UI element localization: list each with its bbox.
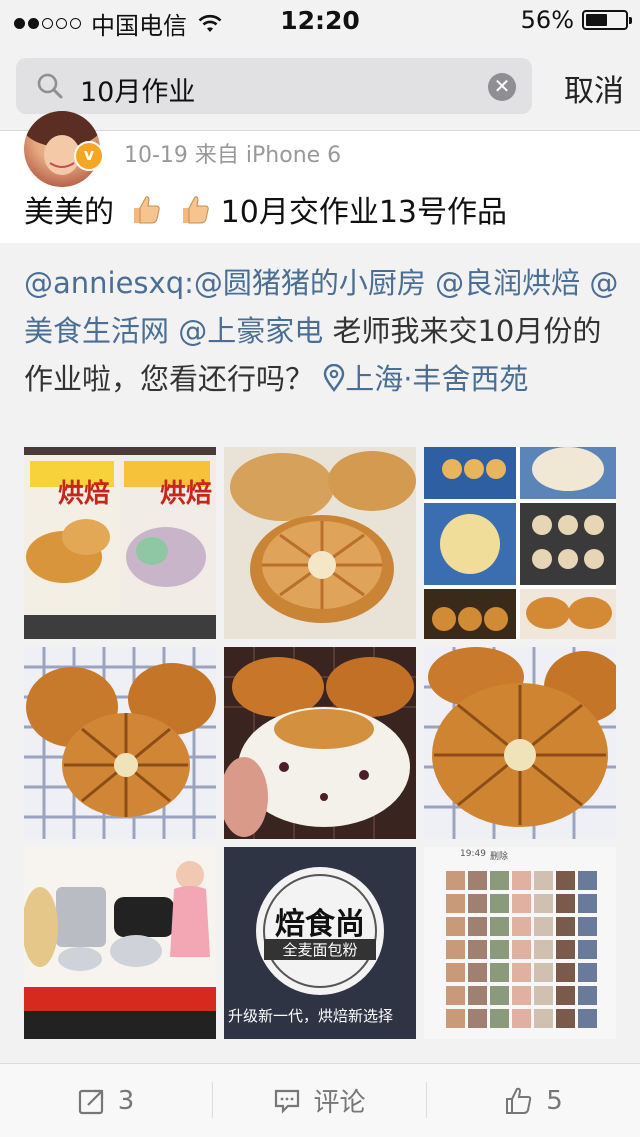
mention-link[interactable]: @圆猪猪的小厨房 (194, 266, 426, 300)
mention-link[interactable]: @良润烘焙 (435, 266, 580, 300)
photo-grid: 烘焙 烘焙 焙食尚 全麦面包粉 升级新一代，烘焙新选择 19:49 删除 (24, 447, 616, 1039)
photo-image (24, 847, 216, 1039)
photo-image (224, 647, 416, 839)
battery-percent: 56% (520, 6, 574, 34)
repost-author-link[interactable]: @anniesxq: (24, 266, 194, 300)
photo-thumbnail[interactable] (24, 647, 216, 839)
like-count: 5 (546, 1085, 563, 1116)
search-query: 10月作业 (80, 77, 196, 108)
location-link[interactable]: 上海·丰舍西苑 (323, 362, 528, 396)
search-input[interactable]: 10月作业 ✕ (16, 58, 532, 114)
photo-label: 烘焙 (58, 479, 111, 509)
location-pin-icon (324, 363, 345, 392)
thumbs-up-emoji-icon (183, 196, 209, 224)
photo-thumbnail[interactable] (24, 847, 216, 1039)
photo-thumbnail[interactable] (424, 447, 616, 639)
location-label: 上海·丰舍西苑 (345, 362, 529, 396)
post-text-prefix: 美美的 (24, 195, 114, 230)
photo-caption: 升级新一代，烘焙新选择 (228, 1007, 394, 1025)
search-icon (37, 73, 63, 99)
thumbs-up-icon (506, 1087, 532, 1114)
post-meta: 10-19 来自 iPhone 6 (124, 143, 342, 168)
photo-image (424, 847, 616, 1039)
like-button[interactable]: 5 (427, 1064, 640, 1137)
action-bar: 3 评论 5 (0, 1063, 640, 1137)
status-bar: 中国电信 12:20 56% (0, 0, 640, 40)
post-text: 美美的 10月交作业13号作品 (24, 187, 507, 231)
repost-button[interactable]: 3 (0, 1064, 212, 1137)
photo-label: 烘焙 (160, 479, 213, 509)
photo-image (24, 647, 216, 839)
photo-brand-text: 焙食尚 (275, 907, 365, 942)
photo-thumbnail[interactable]: 焙食尚 全麦面包粉 升级新一代，烘焙新选择 (224, 847, 416, 1039)
verified-badge-icon: v (74, 141, 104, 171)
photo-time-text: 19:49 (460, 849, 486, 859)
repost-text: @anniesxq:@圆猪猪的小厨房 @良润烘焙 @美食生活网 @上豪家电 老师… (24, 259, 624, 403)
photo-thumbnail[interactable]: 19:49 删除 (424, 847, 616, 1039)
photo-thumbnail[interactable] (224, 647, 416, 839)
battery-icon (582, 10, 632, 30)
cancel-button[interactable]: 取消 (564, 66, 624, 110)
photo-thumbnail[interactable] (224, 447, 416, 639)
photo-image (424, 647, 616, 839)
mention-link[interactable]: @上豪家电 (178, 314, 323, 348)
status-right: 56% (520, 6, 632, 34)
photo-thumbnail[interactable] (424, 647, 616, 839)
post-text-suffix: 10月交作业13号作品 (220, 195, 507, 230)
repost-count: 3 (117, 1085, 135, 1116)
comment-icon (275, 1089, 300, 1114)
photo-image (424, 447, 616, 639)
search-bar: 10月作业 ✕ 取消 (0, 40, 640, 131)
post-card[interactable]: v 10-19 来自 iPhone 6 美美的 10月交作业13号作品 (0, 111, 640, 243)
thumbs-up-emoji-icon (133, 196, 160, 224)
photo-image (224, 447, 416, 639)
repost-icon (78, 1089, 103, 1114)
battery-fill (586, 14, 607, 26)
clear-icon[interactable]: ✕ (488, 73, 516, 101)
photo-action-text: 删除 (490, 852, 509, 862)
comment-label: 评论 (313, 1088, 366, 1118)
comment-button[interactable]: 评论 (213, 1064, 426, 1137)
repost-section[interactable]: @anniesxq:@圆猪猪的小厨房 @良润烘焙 @美食生活网 @上豪家电 老师… (0, 243, 640, 1063)
photo-sub-text: 全麦面包粉 (264, 939, 376, 960)
photo-thumbnail[interactable]: 烘焙 烘焙 (24, 447, 216, 639)
